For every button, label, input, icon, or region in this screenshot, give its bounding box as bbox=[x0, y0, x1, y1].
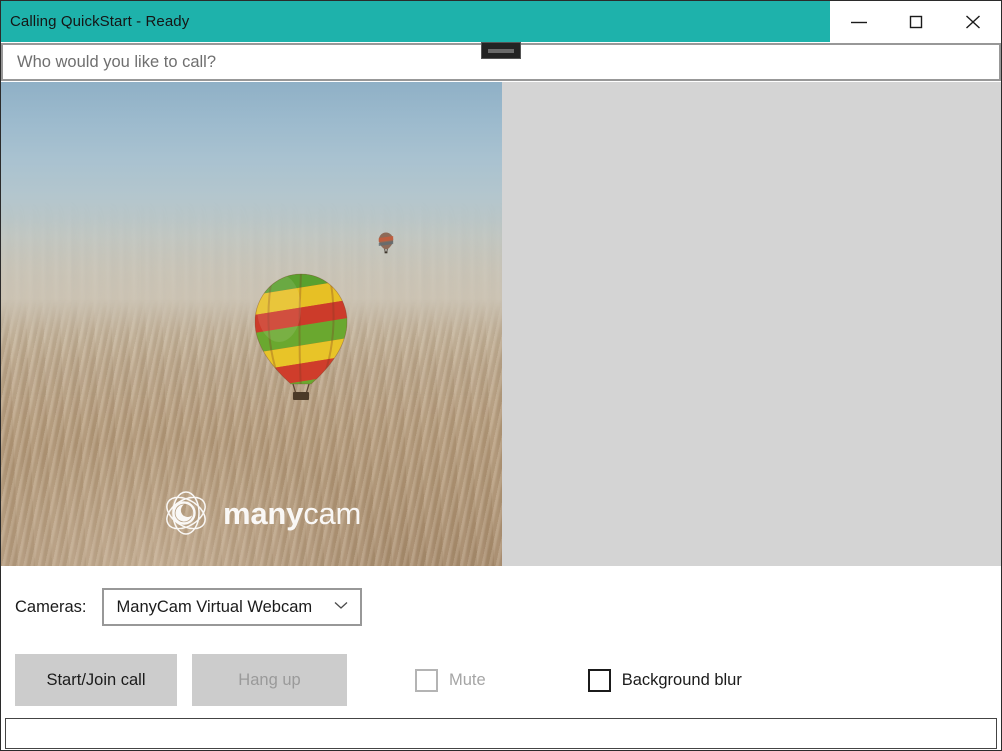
status-log-box[interactable] bbox=[5, 718, 997, 749]
manycam-word-bold: many bbox=[223, 496, 303, 531]
manycam-watermark: manycam bbox=[161, 488, 361, 538]
video-stage: manycam bbox=[1, 82, 1001, 566]
hang-up-button: Hang up bbox=[192, 654, 347, 706]
mute-checkbox-item: Mute bbox=[415, 669, 486, 692]
status-log-text bbox=[6, 719, 996, 731]
background-blur-label: Background blur bbox=[622, 671, 742, 690]
window-titlebar: Calling QuickStart - Ready bbox=[1, 1, 1001, 42]
manycam-wordmark: manycam bbox=[223, 498, 361, 529]
maximize-button[interactable] bbox=[887, 1, 944, 42]
distant-hot-air-balloon-icon bbox=[378, 232, 394, 254]
camera-select[interactable]: ManyCam Virtual Webcam bbox=[102, 588, 362, 626]
start-join-call-button[interactable]: Start/Join call bbox=[15, 654, 177, 706]
titlebar-caption-area[interactable]: Calling QuickStart - Ready bbox=[1, 1, 830, 42]
minimize-button[interactable] bbox=[830, 1, 887, 42]
mute-label: Mute bbox=[449, 671, 486, 690]
close-button[interactable] bbox=[944, 1, 1001, 42]
call-controls-panel: Cameras: ManyCam Virtual Webcam Start/Jo… bbox=[1, 566, 1001, 715]
window-title: Calling QuickStart - Ready bbox=[10, 13, 189, 30]
close-icon bbox=[962, 14, 984, 30]
minimize-icon bbox=[848, 15, 870, 29]
mute-checkbox bbox=[415, 669, 438, 692]
background-blur-checkbox-item[interactable]: Background blur bbox=[588, 669, 742, 692]
hot-air-balloon-icon bbox=[253, 272, 349, 402]
calling-quickstart-window: Calling QuickStart - Ready bbox=[0, 0, 1002, 751]
call-action-row: Start/Join call Hang up Mute Background … bbox=[15, 654, 742, 706]
chevron-down-icon bbox=[332, 598, 350, 616]
manycam-logo-icon bbox=[161, 488, 211, 538]
camera-selector-row: Cameras: ManyCam Virtual Webcam bbox=[15, 588, 362, 626]
manycam-word-light: cam bbox=[303, 496, 361, 531]
video-drag-handle-overlay[interactable] bbox=[481, 42, 521, 59]
remote-video-placeholder[interactable] bbox=[502, 82, 1001, 566]
drag-handle-bar-icon bbox=[488, 49, 514, 53]
camera-select-value: ManyCam Virtual Webcam bbox=[117, 598, 313, 617]
background-blur-checkbox[interactable] bbox=[588, 669, 611, 692]
maximize-icon bbox=[905, 14, 927, 30]
local-video-preview[interactable]: manycam bbox=[1, 82, 502, 566]
camera-label: Cameras: bbox=[15, 598, 87, 617]
window-control-buttons bbox=[830, 1, 1001, 42]
